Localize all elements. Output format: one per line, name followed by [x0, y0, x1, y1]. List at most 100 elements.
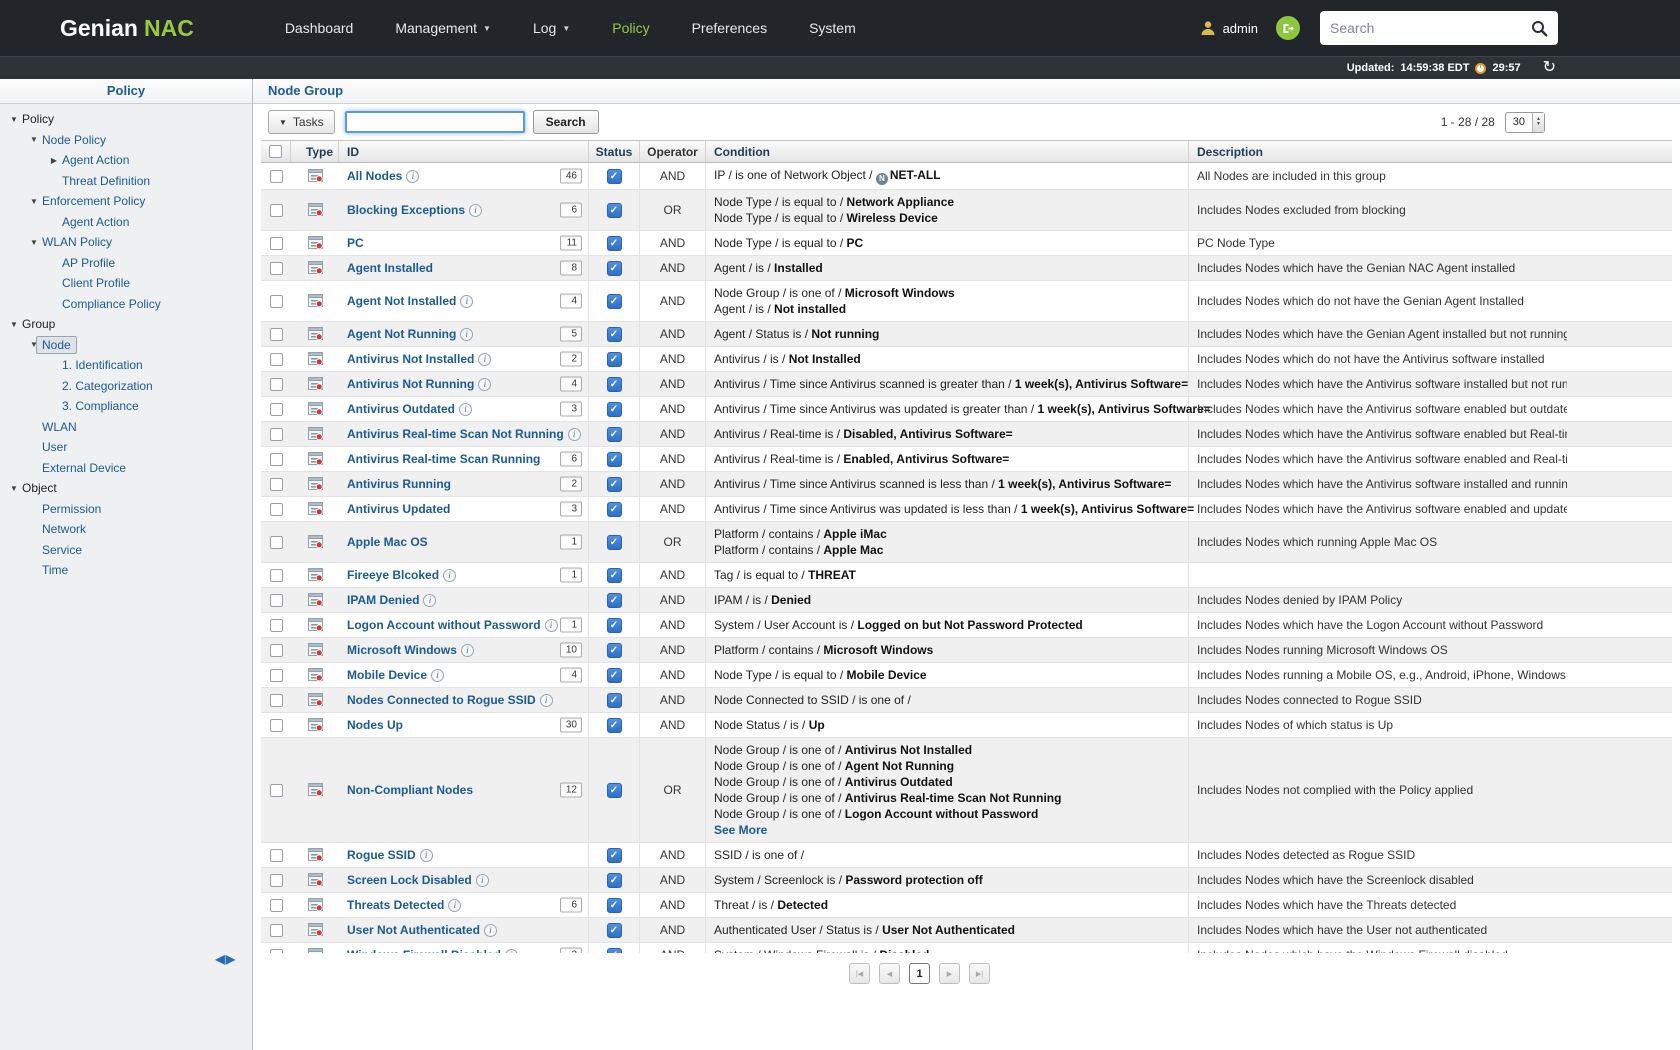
info-icon[interactable]: i [460, 295, 473, 308]
row-checkbox[interactable] [270, 428, 283, 441]
node-group-link[interactable]: User Not Authenticated [347, 923, 480, 937]
row-checkbox[interactable] [270, 899, 283, 912]
status-checkbox[interactable]: ✓ [607, 327, 622, 342]
first-page-button[interactable]: |◀ [849, 963, 870, 984]
sidebar-item-label[interactable]: User [42, 440, 67, 454]
node-group-link[interactable]: Antivirus Not Running [347, 377, 474, 391]
page-size-selector[interactable]: 30 ▲ ▼ [1505, 112, 1545, 133]
user-menu[interactable]: admin [1199, 19, 1258, 37]
last-page-button[interactable]: ▶| [969, 963, 990, 984]
header-description[interactable]: Description [1189, 141, 1671, 162]
collapse-right-icon[interactable]: ▶ [226, 952, 236, 966]
node-count-badge[interactable]: 3 [560, 502, 582, 517]
header-status[interactable]: Status [589, 141, 640, 162]
row-checkbox[interactable] [270, 949, 283, 954]
refresh-icon[interactable]: ↻ [1543, 60, 1556, 76]
node-group-link[interactable]: IPAM Denied [347, 593, 419, 607]
status-checkbox[interactable]: ✓ [607, 898, 622, 913]
status-checkbox[interactable]: ✓ [607, 568, 622, 583]
node-group-link[interactable]: Rogue SSID [347, 848, 416, 862]
tree-arrow-icon[interactable]: ▼ [6, 320, 22, 329]
page-size-stepper[interactable]: ▲ ▼ [1532, 113, 1544, 132]
node-count-badge[interactable]: 4 [560, 377, 582, 392]
status-checkbox[interactable]: ✓ [607, 668, 622, 683]
node-count-badge[interactable]: 1 [560, 618, 582, 633]
row-checkbox[interactable] [270, 295, 283, 308]
status-checkbox[interactable]: ✓ [607, 502, 622, 517]
status-checkbox[interactable]: ✓ [607, 477, 622, 492]
tree-arrow-icon[interactable]: ▼ [26, 238, 42, 247]
node-count-badge[interactable]: 5 [560, 327, 582, 342]
row-checkbox[interactable] [270, 403, 283, 416]
row-checkbox[interactable] [270, 503, 283, 516]
status-checkbox[interactable]: ✓ [607, 848, 622, 863]
status-checkbox[interactable]: ✓ [607, 948, 622, 954]
sidebar-collapse-control[interactable]: ◀▶ [216, 952, 236, 966]
status-checkbox[interactable]: ✓ [607, 718, 622, 733]
node-group-link[interactable]: Antivirus Real-time Scan Running [347, 452, 540, 466]
node-count-badge[interactable]: 1 [560, 535, 582, 550]
node-count-badge[interactable]: 6 [560, 898, 582, 913]
status-checkbox[interactable]: ✓ [607, 618, 622, 633]
header-type[interactable]: Type [291, 141, 339, 162]
info-icon[interactable]: i [540, 694, 553, 707]
row-checkbox[interactable] [270, 719, 283, 732]
select-all-checkbox[interactable] [269, 145, 282, 158]
row-checkbox[interactable] [270, 170, 283, 183]
tree-arrow-icon[interactable]: ▼ [26, 135, 42, 144]
sidebar-item-label[interactable]: Service [42, 543, 82, 557]
info-icon[interactable]: i [406, 170, 419, 183]
node-count-badge[interactable]: 11 [560, 236, 582, 251]
status-checkbox[interactable]: ✓ [607, 452, 622, 467]
node-group-link[interactable]: Fireeye Blcoked [347, 568, 439, 582]
node-count-badge[interactable]: 4 [560, 668, 582, 683]
node-group-link[interactable]: Threats Detected [347, 898, 444, 912]
node-group-link[interactable]: Antivirus Real-time Scan Not Running [347, 427, 564, 441]
see-more-link[interactable]: See More [714, 822, 767, 838]
info-icon[interactable]: i [484, 924, 497, 937]
sidebar-item-label[interactable]: Enforcement Policy [42, 194, 145, 208]
node-group-link[interactable]: Mobile Device [347, 668, 427, 682]
row-checkbox[interactable] [270, 536, 283, 549]
sidebar-item-label[interactable]: Network [42, 522, 86, 536]
node-group-link[interactable]: Nodes Connected to Rogue SSID [347, 693, 536, 707]
sidebar-item-label[interactable]: WLAN [42, 420, 77, 434]
nav-item-system[interactable]: System [788, 0, 877, 56]
node-count-badge[interactable]: 12 [560, 783, 582, 798]
node-group-link[interactable]: Agent Not Running [347, 327, 456, 341]
info-icon[interactable]: i [476, 874, 489, 887]
tree-arrow-icon[interactable]: ▼ [26, 197, 42, 206]
node-group-link[interactable]: Antivirus Not Installed [347, 352, 474, 366]
row-checkbox[interactable] [270, 328, 283, 341]
status-checkbox[interactable]: ✓ [607, 923, 622, 938]
node-count-badge[interactable]: 3 [560, 948, 582, 954]
info-icon[interactable]: i [459, 403, 472, 416]
node-group-link[interactable]: Screen Lock Disabled [347, 873, 472, 887]
node-count-badge[interactable]: 8 [560, 261, 582, 276]
row-checkbox[interactable] [270, 619, 283, 632]
status-checkbox[interactable]: ✓ [607, 352, 622, 367]
sidebar-item-label[interactable]: Object [22, 481, 57, 495]
search-icon[interactable] [1531, 20, 1548, 37]
sidebar-item-label[interactable]: 1. Identification [62, 358, 143, 372]
sidebar-item-label[interactable]: Agent Action [62, 153, 129, 167]
status-checkbox[interactable]: ✓ [607, 402, 622, 417]
row-checkbox[interactable] [270, 874, 283, 887]
row-checkbox[interactable] [270, 353, 283, 366]
sidebar-item-label[interactable]: Compliance Policy [62, 297, 161, 311]
status-checkbox[interactable]: ✓ [607, 169, 622, 184]
node-count-badge[interactable]: 10 [560, 643, 582, 658]
status-checkbox[interactable]: ✓ [607, 593, 622, 608]
info-icon[interactable]: i [505, 949, 518, 954]
row-checkbox[interactable] [270, 378, 283, 391]
info-icon[interactable]: i [568, 428, 581, 441]
info-icon[interactable]: i [461, 644, 474, 657]
next-page-button[interactable]: ▶ [939, 963, 960, 984]
node-count-badge[interactable]: 30 [560, 718, 582, 733]
sidebar-item-label[interactable]: Policy [22, 112, 54, 126]
info-icon[interactable]: i [448, 899, 461, 912]
status-checkbox[interactable]: ✓ [607, 261, 622, 276]
row-checkbox[interactable] [270, 669, 283, 682]
node-count-badge[interactable]: 4 [560, 294, 582, 309]
sidebar-item-label[interactable]: 3. Compliance [62, 399, 139, 413]
